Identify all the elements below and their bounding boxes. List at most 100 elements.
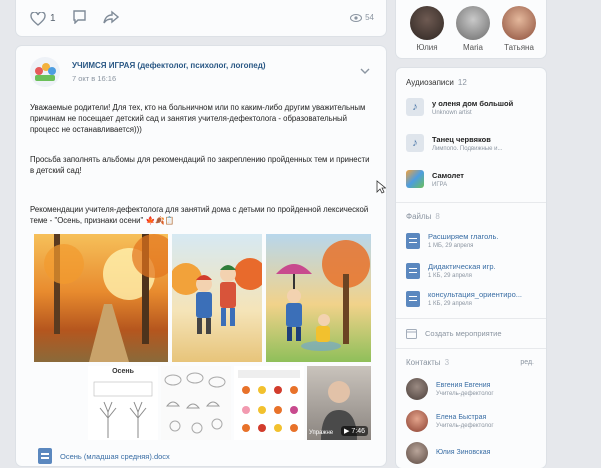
community-logo-icon — [35, 63, 56, 81]
audio-track[interactable]: ♪ у оленя дом большой Unknown artist — [406, 98, 513, 116]
music-note-icon: ♪ — [406, 98, 424, 116]
file-item[interactable]: Расширяем глаголь. 1 МБ, 29 апреля — [406, 232, 499, 249]
file-name: Расширяем глаголь. — [428, 232, 499, 241]
file-meta: 1 КБ, 29 апреля — [428, 301, 472, 307]
photo-autumn-children[interactable] — [172, 234, 262, 362]
friends-block: Юлия Maria Татьяна — [396, 0, 546, 58]
audio-title: Аудиозаписи — [406, 78, 454, 87]
contact-item[interactable]: Юлия Зиновская — [406, 442, 490, 464]
avatar — [406, 442, 428, 464]
file-name: Дидактическая игр. — [428, 262, 496, 271]
file-item[interactable]: консультация_ориентиро... 1 КБ, 29 апрел… — [406, 290, 522, 307]
friend-avatar[interactable] — [410, 6, 444, 40]
community-avatar[interactable] — [30, 57, 60, 87]
views-count: 54 — [365, 13, 374, 22]
document-icon — [38, 448, 52, 464]
contact-item[interactable]: Елена Быстрая Учитель-дефектолог — [406, 410, 494, 432]
sidebar-block: Аудиозаписи 12 ♪ у оленя дом большой Unk… — [396, 68, 546, 468]
file-meta: 1 МБ, 29 апреля — [428, 243, 474, 249]
rain-illustration-icon — [276, 240, 370, 351]
audio-track[interactable]: ♪ Танец червяков Лимпопо. Подвижные и... — [406, 134, 502, 152]
avatar — [406, 410, 428, 432]
document-icon — [406, 290, 420, 307]
forest-path-icon — [44, 234, 168, 362]
colored-leaves-icon — [238, 370, 300, 432]
friend-name[interactable]: Юлия — [410, 43, 444, 52]
video-duration-badge: ▶ 7:46 — [340, 426, 368, 436]
chevron-down-icon[interactable] — [360, 68, 370, 74]
post-paragraph-1: Уважаемые родители! Для тех, кто на боль… — [30, 103, 366, 134]
document-icon — [406, 232, 420, 249]
share-icon — [102, 10, 119, 24]
leaves-drawing-icon — [164, 372, 226, 434]
contact-item[interactable]: Евгения Евгения Учитель-дефектолог — [406, 378, 494, 400]
divider — [396, 318, 546, 319]
heart-icon — [30, 11, 46, 26]
contact-name: Елена Быстрая — [436, 413, 487, 421]
track-title: Самолет — [432, 170, 464, 180]
photo-autumn-rain[interactable] — [266, 234, 371, 362]
files-count: 8 — [435, 212, 440, 221]
worksheet-colored-leaves[interactable] — [234, 366, 304, 440]
worksheet-leaves[interactable] — [161, 366, 231, 440]
friend-avatar[interactable] — [502, 6, 536, 40]
contacts-header[interactable]: Контакты 3 — [406, 358, 449, 367]
share-button[interactable] — [102, 10, 119, 27]
children-illustration-icon — [172, 258, 262, 334]
document-icon — [406, 262, 420, 279]
previous-post-footer: 1 54 — [16, 0, 386, 36]
attachment-name: Осень (младшая средняя).docx — [60, 451, 170, 461]
contacts-edit-link[interactable]: ред. — [520, 359, 534, 366]
track-artist: Unknown artist — [432, 109, 472, 116]
music-note-icon: ♪ — [406, 134, 424, 152]
track-title: Танец червяков — [432, 134, 491, 144]
contact-role: Учитель-дефектолог — [436, 390, 494, 397]
track-artist: Лимпопо. Подвижные и... — [432, 145, 503, 152]
audio-count: 12 — [457, 78, 467, 87]
doc-attachment[interactable]: Осень (младшая средняя).docx — [38, 448, 170, 464]
divider — [396, 202, 546, 203]
contact-role: Учитель-дефектолог — [436, 422, 494, 429]
divider — [396, 348, 546, 349]
post-author[interactable]: УЧИМСЯ ИГРАЯ (дефектолог, психолог, лого… — [72, 61, 265, 70]
post-paragraph-3: Рекомендации учителя-дефектолога для зан… — [30, 205, 369, 225]
friend-name[interactable]: Татьяна — [498, 43, 540, 52]
contact-name: Евгения Евгения — [436, 381, 491, 389]
eye-icon — [350, 13, 363, 22]
create-event-label: Создать мероприятие — [425, 329, 502, 338]
file-name: консультация_ориентиро... — [428, 290, 523, 299]
worksheet-autumn[interactable]: Осень — [88, 366, 158, 440]
file-item[interactable]: Дидактическая игр. 1 КБ, 29 апреля — [406, 262, 496, 279]
video-thumbnail[interactable]: Упражне ▶ 7:46 — [307, 366, 371, 440]
file-meta: 1 КБ, 29 апреля — [428, 273, 472, 279]
post-date[interactable]: 7 окт в 16:16 — [72, 74, 116, 83]
calendar-icon — [406, 329, 417, 339]
avatar — [406, 378, 428, 400]
tree-drawing-icon — [93, 381, 153, 438]
audio-header[interactable]: Аудиозаписи 12 — [406, 78, 467, 87]
mouse-cursor-icon — [376, 180, 386, 194]
album-cover-icon — [406, 170, 424, 188]
audio-track[interactable]: Самолет ИГРА — [406, 170, 464, 188]
comment-icon — [72, 10, 86, 25]
contacts-count: 3 — [444, 358, 450, 367]
wall-post: УЧИМСЯ ИГРАЯ (дефектолог, психолог, лого… — [16, 46, 386, 466]
worksheet-title: Осень — [112, 368, 134, 375]
post-paragraph-2: Просьба заполнять альбомы для рекомендац… — [30, 155, 370, 175]
friend-name[interactable]: Maria — [456, 43, 490, 52]
video-duration: 7:46 — [351, 427, 365, 435]
track-artist: ИГРА — [432, 181, 448, 188]
friend-avatar[interactable] — [456, 6, 490, 40]
create-event-button[interactable]: Создать мероприятие — [406, 328, 502, 339]
video-caption: Упражне — [309, 430, 334, 436]
photo-autumn-path[interactable] — [34, 234, 168, 362]
like-count: 1 — [50, 13, 56, 24]
play-icon: ▶ — [343, 428, 350, 435]
contact-name: Юлия Зиновская — [436, 448, 491, 456]
comment-button[interactable] — [72, 10, 87, 27]
like-button[interactable]: 1 — [30, 11, 56, 26]
contacts-title: Контакты — [406, 358, 441, 367]
files-header[interactable]: Файлы 8 — [406, 212, 440, 221]
track-title: у оленя дом большой — [432, 98, 514, 108]
files-title: Файлы — [406, 212, 432, 221]
